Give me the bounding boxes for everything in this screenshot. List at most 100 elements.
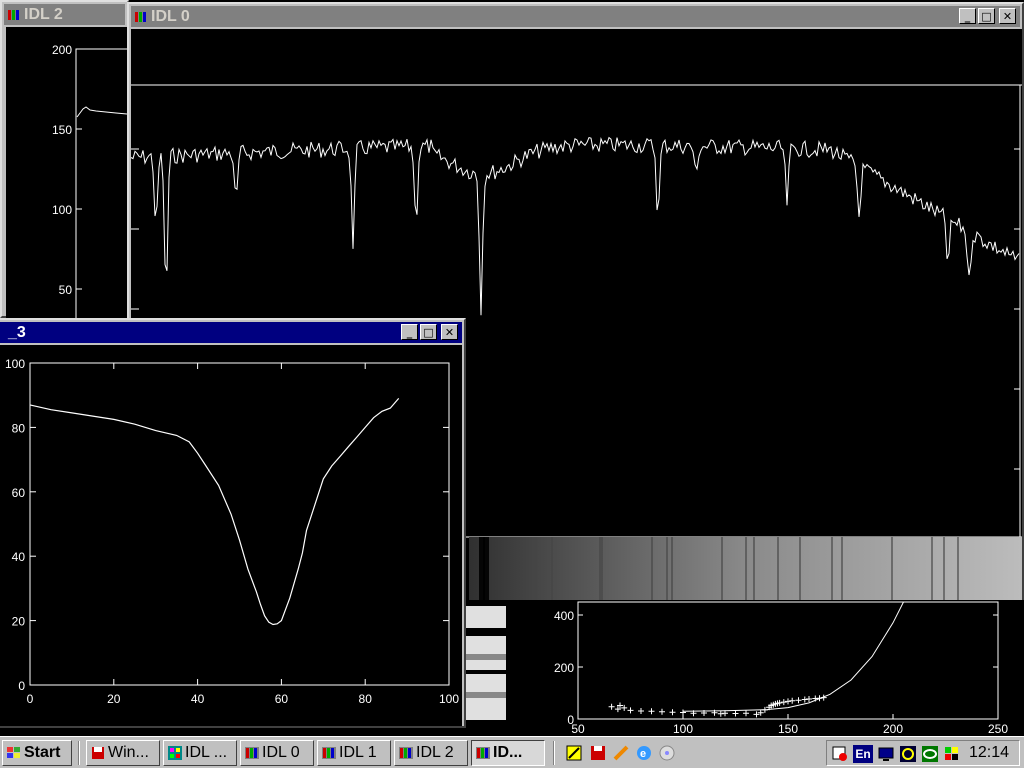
task-label: IDL 2 [416,744,454,761]
fit-point [648,708,655,715]
x-tick-label: 100 [673,722,693,736]
fit-plot-area: 400 200 0 50 100 150 200 250 [508,600,1024,736]
y-tick-label: 80 [12,421,26,435]
minimize-icon: _ [406,325,413,339]
idl-icon [134,10,148,23]
x-tick-label: 60 [275,692,289,706]
y-tick-label: 0 [18,679,25,693]
palette-icon [168,746,182,760]
spectral-line [535,537,537,600]
close-button[interactable]: ✕ [999,8,1016,24]
idl2-plot-area: 200 150 100 50 [6,27,127,319]
task-label: IDL 1 [339,744,377,761]
spectral-line [599,537,601,600]
ie-icon[interactable]: e [635,744,653,762]
minimize-icon: _ [964,9,971,23]
fit-point [743,710,749,717]
y-tick-label: 60 [12,486,26,500]
idl3-window[interactable]: _3 _ □ ✕ 100 80 60 40 20 0 0 20 40 60 80 100 [0,318,466,728]
idl0-titlebar[interactable]: IDL 0 _ □ ✕ [131,6,1020,27]
clock[interactable]: 12:14 [969,744,1009,762]
spectral-line [601,537,603,600]
y-tick-label: 400 [554,609,574,623]
fit-point [753,711,760,718]
task-label: IDL ... [185,744,228,761]
close-button[interactable]: ✕ [441,324,458,340]
task-button-idl-menu[interactable]: IDL ... [163,740,237,766]
spectral-line [891,537,893,600]
wand-icon[interactable] [612,744,630,762]
language-indicator[interactable]: En [853,745,873,763]
floppy-icon[interactable] [589,744,607,762]
spectral-line [721,537,723,600]
y-tick-label: 200 [554,661,574,675]
fit-point [627,707,634,714]
spectral-line [753,537,755,600]
spectral-line [799,537,801,600]
task-button-idl3[interactable]: ID... [471,740,545,766]
audio-icon[interactable] [899,745,917,763]
maximize-icon: □ [423,325,434,339]
x-tick-label: 80 [359,692,373,706]
idl2-curve [76,106,127,118]
task-button-idl1[interactable]: IDL 1 [317,740,391,766]
start-label: Start [24,744,61,761]
start-button[interactable]: Start [2,740,72,766]
idl-icon [322,747,336,759]
idl2-window[interactable]: IDL 2 200 150 100 50 [0,0,129,319]
idl3-plot-area: 100 80 60 40 20 0 0 20 40 60 80 100 [0,345,462,726]
y-tick-label: 40 [12,550,26,564]
idl3-titlebar[interactable]: _3 _ □ ✕ [0,322,462,343]
fit-point [638,707,644,714]
x-tick-label: 50 [571,722,585,736]
spectral-line [957,537,959,600]
monitor-icon[interactable] [877,745,895,763]
fit-point [801,696,808,703]
cd-icon[interactable] [658,744,676,762]
x-tick-label: 200 [883,722,903,736]
x-tick-label: 40 [191,692,205,706]
fit-plot: 400200050 100 150 200 250 [554,601,1008,736]
status-icon[interactable] [943,745,961,763]
y-tick-label: 100 [5,357,25,371]
taskbar-separator [78,741,80,765]
spectral-line [831,537,833,600]
spectral-line [671,537,673,600]
x-tick-label: 150 [778,722,798,736]
pencil-icon[interactable] [565,744,583,762]
x-tick-label: 0 [27,692,34,706]
taskbar-separator [553,741,555,765]
task-button-win[interactable]: Win... [86,740,160,766]
fit-point [669,709,676,716]
nvidia-icon[interactable] [921,745,939,763]
spectral-line [551,537,553,600]
fit-point [785,698,791,705]
idl2-plot: 200 150 100 50 [52,43,127,319]
fit-point [659,708,665,715]
minimize-button[interactable]: _ [959,8,976,24]
task-label: ID... [493,744,523,761]
close-icon: ✕ [444,325,455,339]
y-tick-label: 200 [52,43,72,57]
fit-point [780,699,787,706]
svg-text:e: e [640,748,646,760]
maximize-button[interactable]: □ [978,8,995,24]
floppy-icon [92,747,104,759]
task-button-idl0[interactable]: IDL 0 [240,740,314,766]
y-tick-label: 150 [52,123,72,137]
idl3-title: _3 [8,323,26,341]
spectral-line [777,537,779,600]
maximize-button[interactable]: □ [420,324,437,340]
idl2-titlebar[interactable]: IDL 2 [4,4,125,25]
spectral-line [931,537,933,600]
spectral-line [666,537,668,600]
idl-icon [7,8,21,21]
task-label: Win... [108,744,149,761]
idl-icon [245,747,259,759]
task-button-idl2[interactable]: IDL 2 [394,740,468,766]
scheduler-icon[interactable] [831,745,849,763]
minimize-button[interactable]: _ [401,324,418,340]
profile-line [29,398,400,626]
fit-point [732,710,739,717]
idl-icon [476,747,490,759]
